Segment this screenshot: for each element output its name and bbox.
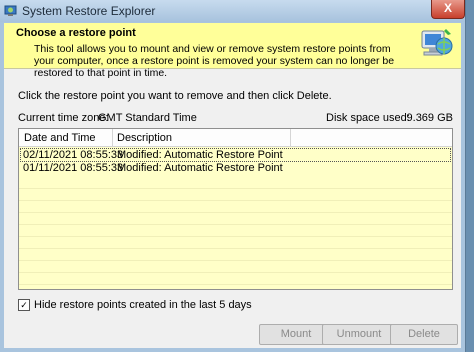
restore-app-icon — [4, 4, 17, 17]
header-description: This tool allows you to mount and view o… — [34, 43, 395, 79]
window-content: Choose a restore point This tool allows … — [4, 23, 461, 348]
row-description: Modified: Automatic Restore Point — [117, 149, 283, 161]
close-icon: X — [443, 1, 452, 15]
header-title: Choose a restore point — [16, 27, 136, 39]
hide-recent-checkbox[interactable]: ✓ — [18, 299, 30, 311]
list-empty-area — [19, 177, 452, 289]
unmount-button[interactable]: Unmount — [322, 324, 396, 345]
row-description: Modified: Automatic Restore Point — [117, 162, 283, 174]
timezone-value: GMT Standard Time — [98, 112, 197, 124]
window-title: System Restore Explorer — [22, 4, 156, 18]
hide-recent-label[interactable]: Hide restore points created in the last … — [34, 299, 252, 311]
row-date: 01/11/2021 08:55:33 — [23, 162, 124, 174]
close-button[interactable]: X — [431, 0, 465, 19]
computer-globe-icon — [419, 25, 453, 63]
main-window: System Restore Explorer X Choose a resto… — [0, 0, 466, 352]
column-divider[interactable] — [290, 129, 291, 146]
title-bar[interactable]: System Restore Explorer X — [0, 0, 465, 22]
disk-space-value: 9.369 GB — [406, 112, 453, 124]
disk-space-label: Disk space used: — [326, 112, 410, 124]
row-date: 02/11/2021 08:55:33 — [23, 149, 124, 161]
table-row[interactable]: 01/11/2021 08:55:33 Modified: Automatic … — [21, 162, 450, 174]
header-banner: Choose a restore point This tool allows … — [4, 23, 461, 79]
column-header-description[interactable]: Description — [117, 132, 172, 144]
column-header-date[interactable]: Date and Time — [24, 132, 96, 144]
list-header: Date and Time Description — [19, 129, 452, 147]
instructions-text: Click the restore point you want to remo… — [18, 90, 332, 102]
table-row[interactable]: 02/11/2021 08:55:33 Modified: Automatic … — [20, 148, 451, 162]
column-divider[interactable] — [112, 129, 113, 146]
restore-points-list[interactable]: Date and Time Description 02/11/2021 08:… — [18, 128, 453, 290]
timezone-label: Current time zone: — [18, 112, 109, 124]
delete-button[interactable]: Delete — [390, 324, 458, 345]
